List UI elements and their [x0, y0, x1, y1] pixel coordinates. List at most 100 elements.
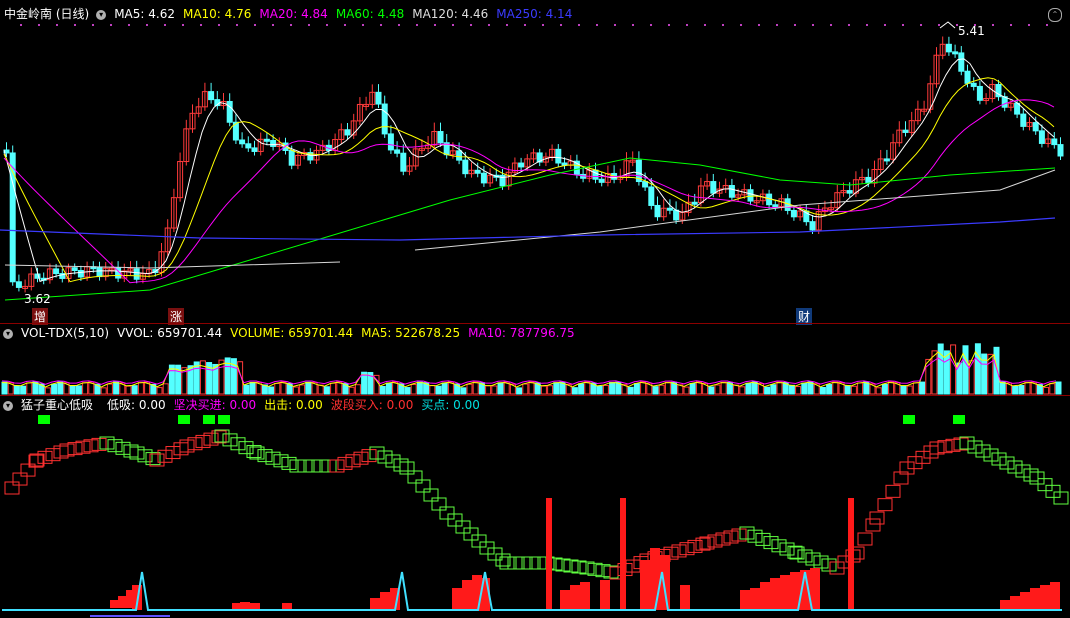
- centroid-box: [455, 520, 471, 534]
- accumulation-bar: [282, 603, 292, 609]
- signal-block: [218, 415, 230, 424]
- accumulation-bar: [740, 590, 750, 610]
- centroid-box: [1045, 484, 1061, 498]
- centroid-box: [877, 498, 893, 512]
- centroid-box: [369, 446, 385, 460]
- accumulation-bar: [370, 598, 380, 610]
- signal-block: [903, 415, 915, 424]
- indicator-chart[interactable]: [0, 0, 1070, 618]
- centroid-box: [165, 446, 181, 460]
- accumulation-bar: [240, 602, 250, 610]
- centroid-box: [885, 484, 901, 498]
- centroid-box: [257, 449, 273, 463]
- centroid-box: [107, 439, 123, 453]
- spike-bar: [546, 498, 552, 610]
- centroid-box: [1015, 464, 1031, 478]
- centroid-box: [967, 440, 983, 454]
- centroid-box: [297, 459, 313, 473]
- accumulation-bar: [770, 578, 780, 610]
- centroid-box: [238, 441, 254, 455]
- centroid-box: [779, 542, 795, 556]
- centroid-box: [281, 456, 297, 470]
- centroid-box: [813, 555, 829, 569]
- centroid-box: [28, 454, 44, 468]
- accumulation-bar: [760, 582, 770, 610]
- centroid-box: [273, 454, 289, 468]
- centroid-box: [230, 437, 246, 451]
- signal-block: [38, 415, 50, 424]
- centroid-box: [463, 527, 479, 541]
- centroid-box: [523, 556, 539, 570]
- accumulation-bar: [452, 588, 462, 610]
- centroid-box: [423, 488, 439, 502]
- centroid-box: [447, 513, 463, 527]
- centroid-box: [1007, 460, 1023, 474]
- centroid-box: [305, 459, 321, 473]
- centroid-box: [313, 459, 329, 473]
- centroid-box: [959, 436, 975, 450]
- centroid-box: [555, 558, 571, 572]
- accumulation-bar: [570, 585, 580, 610]
- centroid-box: [763, 536, 779, 550]
- accumulation-bar: [640, 560, 650, 610]
- centroid-box: [337, 456, 353, 470]
- accumulation-bar: [1010, 596, 1020, 610]
- accumulation-bar: [750, 588, 760, 610]
- centroid-box: [857, 532, 873, 546]
- accumulation-bar: [1050, 582, 1060, 610]
- centroid-box: [214, 429, 230, 443]
- centroid-box: [747, 529, 763, 543]
- centroid-box: [975, 444, 991, 458]
- centroid-box: [991, 452, 1007, 466]
- centroid-box: [907, 456, 923, 470]
- centroid-box: [115, 441, 131, 455]
- spike-bar: [848, 498, 854, 610]
- centroid-box: [289, 459, 305, 473]
- centroid-box: [571, 560, 587, 574]
- accumulation-bar: [1020, 592, 1030, 610]
- accumulation-bar: [1040, 585, 1050, 610]
- accumulation-bar: [250, 603, 260, 609]
- centroid-box: [222, 433, 238, 447]
- centroid-box: [1029, 471, 1045, 485]
- centroid-box: [173, 442, 189, 456]
- centroid-box: [361, 449, 377, 463]
- centroid-box: [865, 518, 881, 532]
- centroid-box: [345, 454, 361, 468]
- buy-point-line: [2, 571, 1062, 611]
- accumulation-bar: [660, 555, 670, 610]
- accumulation-bar: [580, 582, 590, 610]
- centroid-box: [983, 448, 999, 462]
- centroid-box: [869, 511, 885, 525]
- accumulation-bar: [560, 590, 570, 610]
- accumulation-bar: [380, 592, 390, 610]
- centroid-box: [923, 445, 939, 459]
- centroid-box: [515, 556, 531, 570]
- centroid-box: [353, 451, 369, 465]
- signal-block: [953, 415, 965, 424]
- accumulation-bar: [600, 580, 610, 610]
- accumulation-bar: [650, 548, 660, 610]
- centroid-box: [385, 454, 401, 468]
- accumulation-bar: [780, 575, 790, 610]
- centroid-box: [771, 539, 787, 553]
- centroid-box: [37, 450, 53, 464]
- accumulation-bar: [1000, 600, 1010, 610]
- centroid-box: [329, 459, 345, 473]
- centroid-box: [625, 559, 641, 573]
- centroid-box: [915, 450, 931, 464]
- centroid-box: [999, 456, 1015, 470]
- centroid-box: [431, 497, 447, 511]
- centroid-box: [265, 451, 281, 465]
- centroid-box: [415, 479, 431, 493]
- centroid-box: [563, 559, 579, 573]
- centroid-box: [321, 459, 337, 473]
- centroid-box: [4, 481, 20, 495]
- centroid-box: [471, 534, 487, 548]
- centroid-box: [399, 461, 415, 475]
- accumulation-bar: [462, 580, 472, 610]
- centroid-box: [407, 470, 423, 484]
- centroid-box: [45, 448, 61, 462]
- centroid-box: [1037, 478, 1053, 492]
- centroid-box: [1023, 468, 1039, 482]
